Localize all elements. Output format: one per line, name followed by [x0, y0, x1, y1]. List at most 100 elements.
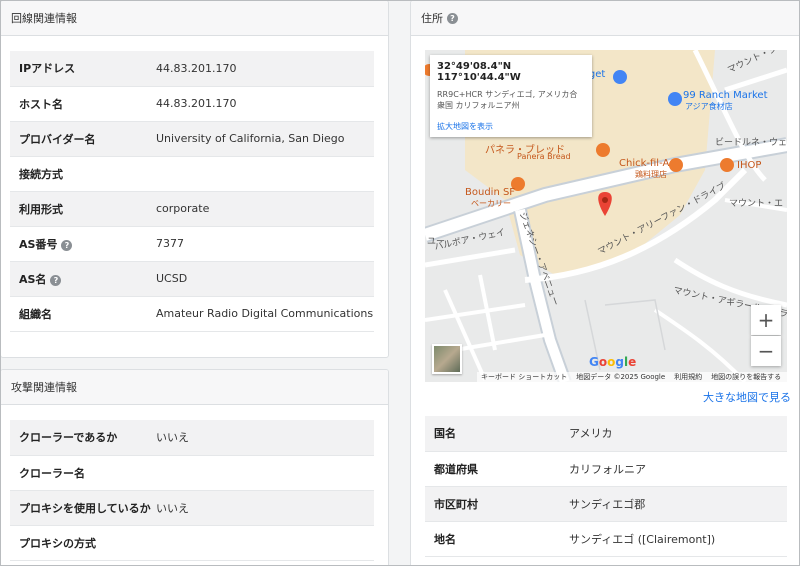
table-row: ホスト名 44.83.201.170: [10, 86, 374, 122]
map-address: RR9C+HCR サンディエゴ, アメリカ合衆国 カリフォルニア州: [437, 90, 578, 110]
street-beedle: ビードルネ・ウェ: [715, 138, 787, 148]
table-row: 都道府県 カリフォルニア: [425, 451, 787, 487]
row-value: Amateur Radio Digital Communications: [156, 296, 374, 332]
row-value: UCSD: [156, 261, 374, 297]
terms-link[interactable]: 利用規約: [674, 372, 702, 382]
table-row: 国名 アメリカ: [425, 416, 787, 452]
table-row: プロバイダー名 University of California, San Die…: [10, 121, 374, 157]
row-key-label: AS番号: [19, 237, 58, 251]
row-value: [156, 525, 374, 561]
row-key: AS番号?: [10, 226, 156, 262]
row-value: いいえ: [156, 490, 374, 526]
attack-info-panel: 攻撃関連情報 クローラーであるか いいえ クローラー名 プロキシを使用しているか いいえ…: [0, 369, 389, 566]
row-key-label: ホスト名: [19, 97, 63, 111]
row-key-label: AS名: [19, 272, 47, 286]
row-value: サンディエゴ ([Clairemont]): [569, 521, 787, 557]
row-key-label: プロキシの方式: [19, 536, 96, 550]
row-key: IPアドレス: [10, 51, 156, 87]
big-map-link[interactable]: 大きな地図で見る: [703, 389, 791, 405]
map-coordinates: 32°49'08.4"N 117°10'44.4"W: [437, 61, 521, 83]
row-value: 44.83.201.170: [156, 86, 374, 122]
row-value: カリフォルニア: [569, 451, 787, 487]
place-boudin-sub: ベーカリー: [471, 199, 511, 208]
place-chick-fil-a-sub: 鶏料理店: [635, 170, 667, 179]
row-value: サンディエゴ郡: [569, 486, 787, 522]
map-info-window: 32°49'08.4"N 117°10'44.4"W RR9C+HCR サンディ…: [430, 55, 592, 137]
row-key-label: 組織名: [19, 307, 52, 321]
row-key: プロキシの方式: [10, 525, 156, 561]
line-info-header: 回線関連情報: [1, 1, 388, 36]
table-row: 市区町村 サンディエゴ郡: [425, 486, 787, 522]
place-chick-fil-a[interactable]: Chick-fil-A: [619, 158, 669, 169]
google-logo: Google: [589, 355, 637, 369]
table-row: 組織名 Amateur Radio Digital Communications: [10, 296, 374, 332]
table-row: クローラー名: [10, 455, 374, 491]
zoom-out-button[interactable]: −: [751, 336, 781, 366]
map-data-credit: 地図データ ©2025 Google: [576, 373, 666, 381]
row-value: corporate: [156, 191, 374, 227]
help-icon[interactable]: ?: [50, 274, 62, 286]
row-key: クローラー名: [10, 455, 156, 491]
row-key: 接続方式: [10, 156, 156, 192]
line-info-panel: 回線関連情報 IPアドレス 44.83.201.170 ホスト名 44.83.201.…: [0, 0, 389, 358]
row-key: ホスト名: [10, 86, 156, 122]
table-row: AS名? UCSD: [10, 261, 374, 297]
google-map[interactable]: rget 99 Ranch Market アジア食材店 パネラ・ブレッド Pan…: [425, 50, 787, 382]
line-info-table: IPアドレス 44.83.201.170 ホスト名 44.83.201.170 プロバイ…: [10, 51, 374, 332]
row-value: [156, 455, 374, 491]
zoom-in-button[interactable]: +: [751, 305, 781, 335]
row-key: 地名: [425, 521, 569, 557]
row-key-label: 利用形式: [19, 202, 63, 216]
row-key-label: プロキシを使用しているか: [19, 501, 151, 515]
address-table: 国名 アメリカ都道府県 カリフォルニア市区町村 サンディエゴ郡 地名 サンディエゴ ([C…: [425, 416, 787, 557]
row-value: いいえ: [156, 420, 374, 456]
row-value: [156, 156, 374, 192]
help-icon[interactable]: ?: [447, 12, 458, 24]
attack-info-header: 攻撃関連情報: [1, 370, 388, 405]
street-view-thumbnail[interactable]: [432, 344, 462, 374]
row-key: クローラーであるか: [10, 420, 156, 456]
line-info-title: 回線関連情報: [11, 12, 77, 25]
row-key: 利用形式: [10, 191, 156, 227]
report-error-link[interactable]: 地図の誤りを報告する: [711, 372, 781, 382]
row-key-label: IPアドレス: [19, 62, 76, 76]
help-icon[interactable]: ?: [61, 239, 73, 251]
table-row: プロキシを使用しているか いいえ: [10, 490, 374, 526]
row-value: アメリカ: [569, 416, 787, 452]
table-row: IPアドレス 44.83.201.170: [10, 51, 374, 87]
row-key: AS名?: [10, 261, 156, 297]
row-key: プロキシを使用しているか: [10, 490, 156, 526]
place-99-ranch-sub: アジア食材店: [685, 102, 733, 111]
place-panera-sub: Panera Bread: [517, 152, 571, 161]
table-row: AS番号? 7377: [10, 226, 374, 262]
row-key: プロバイダー名: [10, 121, 156, 157]
row-value: 44.83.201.170: [156, 51, 374, 87]
street-mount-e: マウント・エ: [729, 199, 784, 209]
row-key: 市区町村: [425, 486, 569, 522]
enlarge-map-link[interactable]: 拡大地図を表示: [437, 121, 585, 132]
row-key-label: クローラーであるか: [19, 431, 118, 445]
row-key-label: プロバイダー名: [19, 132, 96, 146]
table-row: 地名 サンディエゴ ([Clairemont]): [425, 521, 787, 557]
row-key: 組織名: [10, 296, 156, 332]
keyboard-shortcut-link[interactable]: キーボード ショートカット: [481, 372, 567, 382]
row-key: 都道府県: [425, 451, 569, 487]
map-attribution: キーボード ショートカット 地図データ ©2025 Google 利用規約 地図…: [477, 372, 787, 382]
row-key-label: クローラー名: [19, 466, 85, 480]
place-99-ranch[interactable]: 99 Ranch Market: [683, 90, 768, 101]
attack-info-title: 攻撃関連情報: [11, 381, 77, 394]
place-boudin[interactable]: Boudin SF: [465, 187, 515, 198]
place-ihop[interactable]: IHOP: [737, 160, 761, 171]
attack-info-table: クローラーであるか いいえ クローラー名 プロキシを使用しているか いいえ プロキシの方式: [10, 420, 374, 561]
row-key: 国名: [425, 416, 569, 452]
table-row: プロキシの方式: [10, 525, 374, 561]
row-key-label: 都道府県: [434, 462, 478, 476]
address-header: 住所 ?: [411, 1, 800, 36]
table-row: クローラーであるか いいえ: [10, 420, 374, 456]
street-yu: ユー: [427, 237, 446, 247]
row-value: 7377: [156, 226, 374, 262]
address-title: 住所: [421, 12, 443, 25]
row-key-label: 接続方式: [19, 167, 63, 181]
row-key-label: 市区町村: [434, 497, 478, 511]
table-row: 接続方式: [10, 156, 374, 192]
